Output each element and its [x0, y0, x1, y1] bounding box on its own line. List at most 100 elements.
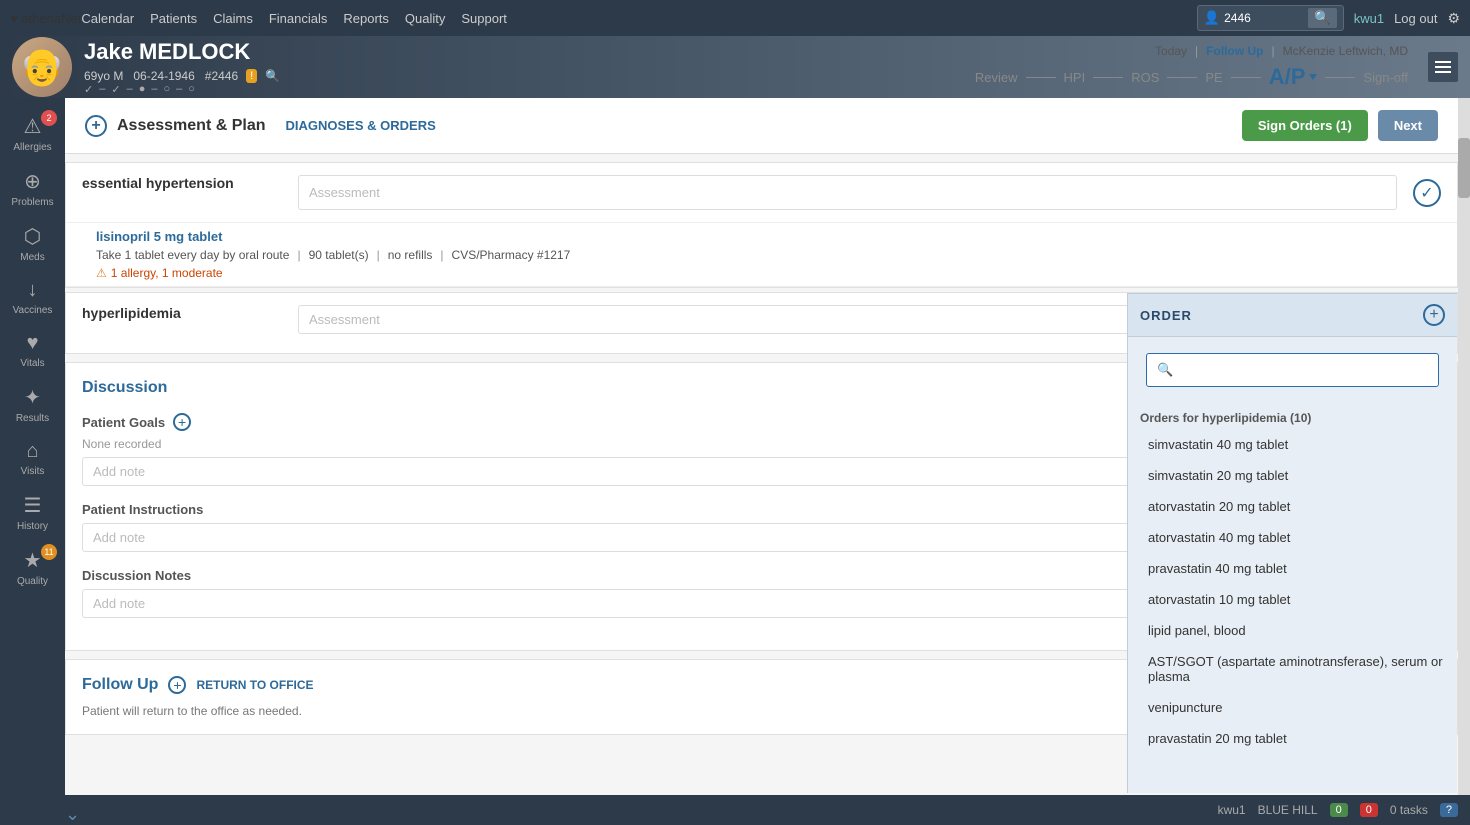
results-icon: ✦ [24, 385, 41, 410]
logout-button[interactable]: Log out [1394, 11, 1437, 26]
orders-section-label: Orders for hyperlipidemia (10) [1128, 403, 1457, 429]
collapse-chevron[interactable]: ⌄ [65, 804, 80, 824]
current-user: kwu1 [1354, 11, 1384, 26]
allergies-icon: ⚠ [24, 114, 42, 139]
empty-dot-1: ○ [163, 83, 170, 95]
status-count2[interactable]: 0 [1360, 803, 1378, 817]
warning-icon: ⚠ [96, 266, 107, 280]
patient-demographics: 69yo M 06-24-1946 #2446 [84, 69, 238, 83]
step-signoff[interactable]: Sign-off [1363, 70, 1408, 85]
allergies-label: Allergies [13, 142, 51, 153]
sidebar-item-vitals[interactable]: ♥ Vitals [0, 324, 65, 377]
order-item-2[interactable]: atorvastatin 20 mg tablet [1128, 491, 1457, 522]
search-patient-icon[interactable]: 🔍 [265, 69, 280, 83]
allergies-badge: 2 [41, 110, 57, 126]
scrollbar-track[interactable] [1458, 98, 1470, 795]
order-plus-icon: + [1429, 306, 1438, 324]
hypertension-name: essential hypertension [82, 175, 282, 210]
nav-calendar[interactable]: Calendar [81, 11, 134, 26]
workflow-steps: Review HPI ROS PE A/P Sign-off [975, 64, 1408, 90]
order-item-6[interactable]: lipid panel, blood [1128, 615, 1457, 646]
order-item-7[interactable]: AST/SGOT (aspartate aminotransferase), s… [1128, 646, 1457, 692]
hypertension-row: essential hypertension ✓ [66, 163, 1457, 223]
allergy-warning: ⚠ 1 allergy, 1 moderate [96, 266, 1441, 280]
step-hpi[interactable]: HPI [1064, 70, 1086, 85]
order-item-8[interactable]: venipuncture [1128, 692, 1457, 723]
patient-goals-add-button[interactable]: + [173, 413, 191, 431]
status-question[interactable]: ? [1440, 803, 1458, 817]
follow-up-link[interactable]: Follow Up [1206, 44, 1263, 58]
order-item-9[interactable]: pravastatin 20 mg tablet [1128, 723, 1457, 754]
global-search-input[interactable] [1224, 11, 1304, 25]
sidebar-item-problems[interactable]: ⊕ Problems [0, 161, 65, 216]
diagnoses-orders-link[interactable]: DIAGNOSES & ORDERS [286, 118, 436, 133]
patient-goals-title: Patient Goals [82, 415, 165, 430]
sidebar-item-visits[interactable]: ⌂ Visits [0, 432, 65, 485]
sign-orders-button[interactable]: Sign Orders (1) [1242, 110, 1368, 141]
settings-icon[interactable]: ⚙ [1447, 10, 1460, 27]
medication-row: lisinopril 5 mg tablet Take 1 tablet eve… [66, 223, 1457, 287]
vitals-label: Vitals [20, 358, 44, 369]
order-search-icon: 🔍 [1157, 362, 1173, 378]
sidebar-item-results[interactable]: ✦ Results [0, 377, 65, 432]
sidebar-item-allergies[interactable]: ⚠ 2 Allergies [0, 106, 65, 161]
nav-claims[interactable]: Claims [213, 11, 253, 26]
medication-details: Take 1 tablet every day by oral route | … [96, 248, 1441, 262]
active-dot: ● [139, 83, 146, 95]
order-item-1[interactable]: simvastatin 20 mg tablet [1128, 460, 1457, 491]
sidebar-item-history[interactable]: ☰ History [0, 485, 65, 540]
nav-patients[interactable]: Patients [150, 11, 197, 26]
order-item-5[interactable]: atorvastatin 10 mg tablet [1128, 584, 1457, 615]
hypertension-assessment-input[interactable] [298, 175, 1397, 210]
step-review[interactable]: Review [975, 70, 1018, 85]
sidebar-item-meds[interactable]: ⬡ Meds [0, 216, 65, 271]
order-search-box[interactable]: 🔍 [1146, 353, 1439, 387]
history-label: History [17, 521, 48, 532]
status-tasks[interactable]: 0 tasks [1390, 803, 1428, 817]
quality-badge: 11 [41, 544, 57, 560]
order-add-button[interactable]: + [1423, 304, 1445, 326]
problems-icon: ⊕ [24, 169, 41, 194]
global-search-button[interactable]: 🔍 [1308, 8, 1337, 28]
status-bar: kwu1 BLUE HILL 0 0 0 tasks ? [0, 795, 1470, 825]
next-button[interactable]: Next [1378, 110, 1438, 141]
order-panel: ORDER + 🔍 Orders for hyperlipidemia (10)… [1127, 293, 1457, 793]
assessment-add-button[interactable]: + [85, 115, 107, 137]
order-search-input[interactable] [1179, 363, 1428, 378]
order-item-3[interactable]: atorvastatin 40 mg tablet [1128, 522, 1457, 553]
meds-label: Meds [20, 252, 44, 263]
hypertension-checkmark[interactable]: ✓ [1413, 179, 1441, 207]
nav-financials[interactable]: Financials [269, 11, 328, 26]
sep3: | [440, 248, 443, 262]
diagnosis-section-hyperlipidemia: hyperlipidemia ORDER + 🔍 Orders f [65, 292, 1458, 354]
sidebar-item-quality[interactable]: ★ 11 Quality [0, 540, 65, 595]
scrollbar-thumb[interactable] [1458, 138, 1470, 198]
app-name: athenaNet [21, 11, 81, 26]
status-count1[interactable]: 0 [1330, 803, 1348, 817]
global-search-box[interactable]: 👤 🔍 [1197, 5, 1344, 31]
hamburger-menu[interactable] [1428, 52, 1458, 82]
nav-reports[interactable]: Reports [343, 11, 389, 26]
assessment-title-text: Assessment & Plan [117, 117, 266, 135]
allergy-text: 1 allergy, 1 moderate [111, 266, 223, 280]
return-to-office-link[interactable]: RETURN TO OFFICE [196, 678, 313, 692]
follow-up-add-button[interactable]: + [168, 676, 186, 694]
sidebar-item-vaccines[interactable]: ↓ Vaccines [0, 271, 65, 324]
person-icon: 👤 [1204, 10, 1220, 26]
nav-support[interactable]: Support [461, 11, 507, 26]
nav-quality[interactable]: Quality [405, 11, 445, 26]
step-ap[interactable]: A/P [1269, 64, 1318, 90]
history-icon: ☰ [24, 493, 42, 518]
step-ros[interactable]: ROS [1131, 70, 1159, 85]
step-pe[interactable]: PE [1205, 70, 1222, 85]
alert-badge[interactable]: ! [246, 69, 257, 83]
provider-name: McKenzie Leftwich, MD [1283, 44, 1408, 58]
med-pharmacy: CVS/Pharmacy #1217 [452, 248, 571, 262]
order-item-4[interactable]: pravastatin 40 mg tablet [1128, 553, 1457, 584]
status-location: BLUE HILL [1258, 803, 1318, 817]
app-logo: ♥ athenaNet [10, 11, 81, 26]
patient-instructions-title: Patient Instructions [82, 502, 203, 517]
diagnosis-section-hypertension: essential hypertension ✓ lisinopril 5 mg… [65, 162, 1458, 288]
medication-name[interactable]: lisinopril 5 mg tablet [96, 229, 1441, 244]
order-item-0[interactable]: simvastatin 40 mg tablet [1128, 429, 1457, 460]
